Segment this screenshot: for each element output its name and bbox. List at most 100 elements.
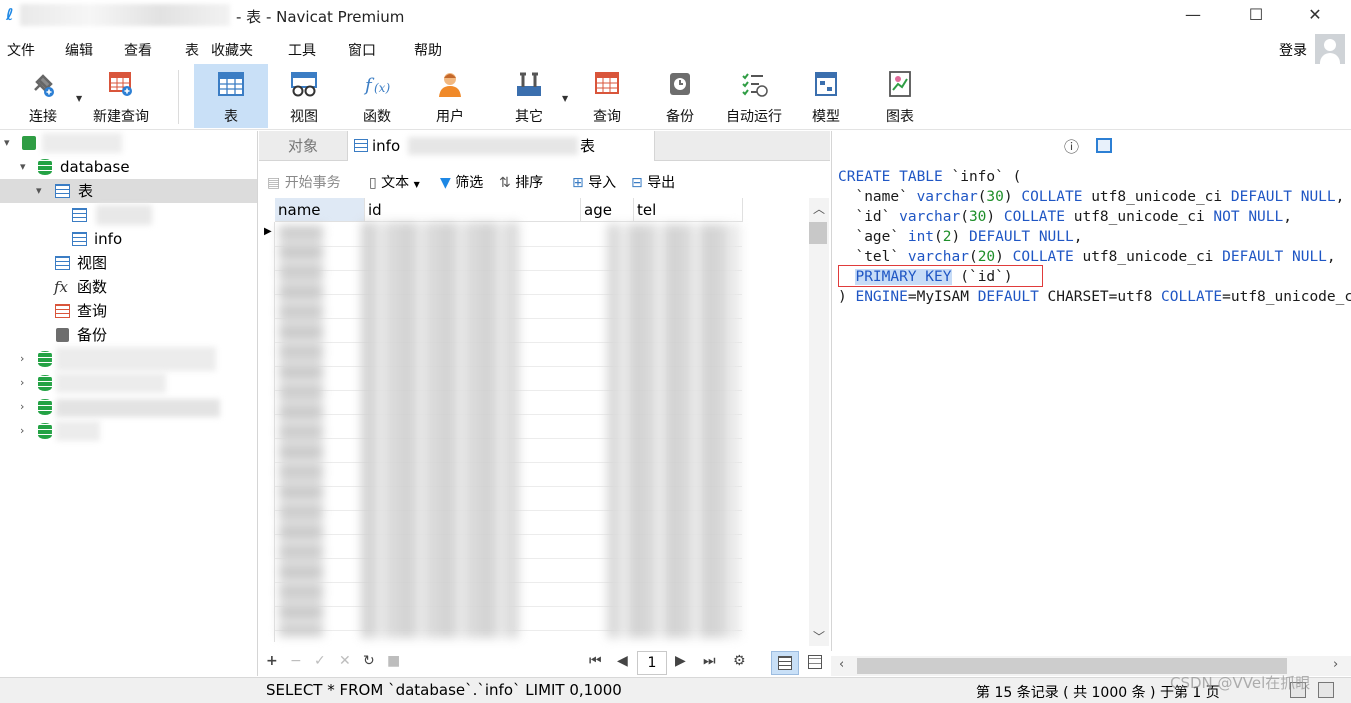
tab-objects[interactable]: 对象 — [259, 131, 347, 161]
filter-button[interactable]: ▼ 筛选 — [440, 172, 483, 192]
connect-dropdown-icon[interactable]: ▼ — [76, 94, 82, 103]
form-view-button[interactable] — [803, 651, 829, 675]
info-icon[interactable]: ⓘ — [1064, 136, 1079, 157]
backup-icon — [670, 73, 690, 95]
delete-record-button[interactable]: − — [290, 653, 302, 669]
ddl-token: =MyISAM — [907, 289, 978, 305]
menu-tools[interactable]: 工具 — [288, 40, 316, 60]
menu-file[interactable]: 文件 — [7, 40, 35, 60]
column-header-id[interactable]: id — [365, 198, 581, 222]
tree-table-info[interactable]: info — [0, 227, 257, 251]
expand-arrow-icon[interactable]: › — [20, 371, 24, 395]
tree-database[interactable]: ▾ database — [0, 155, 257, 179]
grid-view-button[interactable] — [771, 651, 799, 675]
sort-button[interactable]: ⇅ 排序 — [499, 172, 543, 192]
tree-queries[interactable]: 查询 — [0, 299, 257, 323]
query-button[interactable]: 查询 — [578, 64, 636, 128]
model-button[interactable]: 模型 — [798, 64, 854, 128]
next-page-button[interactable]: ▶ — [675, 653, 686, 669]
maximize-button[interactable]: ☐ — [1227, 0, 1285, 32]
tree-connection[interactable]: ▾ — [0, 131, 257, 155]
stop-button[interactable]: ■ — [387, 653, 400, 669]
tree-tables-folder[interactable]: ▾ 表 — [0, 179, 257, 203]
text-button[interactable]: ▯ 文本 ▼ — [369, 172, 420, 192]
navigation-tree: ▾ ▾ database ▾ 表 info 视图 fx 函数 查询 备份 › ›… — [0, 131, 258, 676]
last-page-button[interactable]: ⏭ — [703, 653, 716, 669]
export-label: 导出 — [647, 175, 676, 191]
table-button[interactable]: 表 — [194, 64, 268, 128]
collapse-arrow-icon[interactable]: ▾ — [20, 155, 26, 179]
ddl-line: `id` varchar(30) COLLATE utf8_unicode_ci… — [838, 209, 1292, 225]
column-header-tel[interactable]: tel — [634, 198, 743, 222]
backup-button[interactable]: 备份 — [652, 64, 708, 128]
function-button[interactable]: f (x) 函数 — [346, 64, 408, 128]
tree-functions[interactable]: fx 函数 — [0, 275, 257, 299]
tab-info[interactable]: info 表 — [347, 131, 655, 161]
begin-transaction-button[interactable]: ▤ 开始事务 — [267, 172, 341, 192]
scroll-down-icon[interactable]: ﹀ — [813, 628, 825, 645]
scroll-up-icon[interactable]: ︿ — [813, 200, 825, 217]
apply-changes-button[interactable]: ✓ — [314, 653, 326, 669]
menu-table[interactable]: 表 — [185, 40, 199, 60]
refresh-button[interactable]: ↻ — [363, 653, 375, 669]
others-dropdown-icon[interactable]: ▼ — [562, 94, 568, 103]
expand-arrow-icon[interactable]: › — [20, 419, 24, 443]
panel-layout-icon[interactable] — [1318, 682, 1334, 698]
avatar[interactable] — [1315, 34, 1345, 64]
tree-views[interactable]: 视图 — [0, 251, 257, 275]
prev-page-button[interactable]: ◀ — [617, 653, 628, 669]
menu-edit[interactable]: 编辑 — [65, 40, 93, 60]
tree-backups[interactable]: 备份 — [0, 323, 257, 347]
expand-arrow-icon[interactable]: › — [20, 395, 24, 419]
connect-label: 连接 — [29, 109, 57, 125]
ddl-token: COLLATE — [1003, 209, 1065, 225]
ddl-token: 30 — [986, 189, 1004, 205]
row-selector-column[interactable] — [259, 222, 275, 642]
tree-table-hidden[interactable] — [0, 203, 257, 227]
ddl-icon[interactable] — [1096, 138, 1112, 153]
blurred-tel-column — [607, 224, 739, 638]
vertical-scrollbar[interactable]: ︿ ﹀ — [809, 198, 829, 646]
menu-view[interactable]: 查看 — [124, 40, 152, 60]
document-icon: ▯ — [369, 175, 377, 191]
page-settings-button[interactable]: ⚙ — [733, 653, 746, 669]
export-button[interactable]: ⊟ 导出 — [631, 172, 675, 192]
collapse-arrow-icon[interactable]: ▾ — [36, 179, 42, 203]
page-number-input[interactable]: 1 — [637, 651, 667, 675]
menu-favorites[interactable]: 收藏夹 — [211, 40, 253, 60]
tree-database-3[interactable]: › — [0, 371, 257, 395]
menu-window[interactable]: 窗口 — [348, 40, 376, 60]
add-record-button[interactable]: + — [266, 653, 278, 669]
tree-database-5[interactable]: › — [0, 419, 257, 443]
column-header-age[interactable]: age — [581, 198, 634, 222]
scroll-left-icon[interactable]: ‹ — [839, 657, 844, 672]
new-query-button[interactable]: 新建查询 — [88, 64, 154, 128]
collapse-arrow-icon[interactable]: ▾ — [4, 131, 10, 155]
login-button[interactable]: 登录 — [1279, 40, 1307, 60]
blurred-id-column — [361, 222, 519, 638]
others-label: 其它 — [515, 109, 543, 125]
connect-button[interactable]: 连接 — [14, 64, 72, 128]
data-grid[interactable]: name id age tel ▶ — [259, 198, 809, 646]
view-button[interactable]: 视图 — [272, 64, 336, 128]
first-page-button[interactable]: ⏮ — [589, 653, 602, 669]
import-button[interactable]: ⊞ 导入 — [572, 172, 616, 192]
svg-text:(x): (x) — [374, 81, 390, 95]
function-label: 函数 — [363, 109, 391, 125]
expand-arrow-icon[interactable]: › — [20, 347, 24, 371]
others-button[interactable]: 其它 — [498, 64, 560, 128]
user-button[interactable]: 用户 — [420, 64, 480, 128]
backup-label: 备份 — [666, 109, 694, 125]
ddl-token: 20 — [977, 249, 996, 265]
tree-database-4[interactable]: › — [0, 395, 257, 419]
chart-button[interactable]: 图表 — [872, 64, 928, 128]
discard-changes-button[interactable]: ✕ — [339, 653, 351, 669]
menu-help[interactable]: 帮助 — [414, 40, 442, 60]
close-button[interactable]: ✕ — [1286, 0, 1344, 32]
column-header-name[interactable]: name — [275, 198, 365, 222]
scroll-right-icon[interactable]: › — [1333, 657, 1338, 672]
minimize-button[interactable]: — — [1164, 0, 1222, 32]
tree-database-2[interactable]: › — [0, 347, 257, 371]
automation-button[interactable]: 自动运行 — [720, 64, 788, 128]
scroll-thumb[interactable] — [809, 222, 827, 244]
